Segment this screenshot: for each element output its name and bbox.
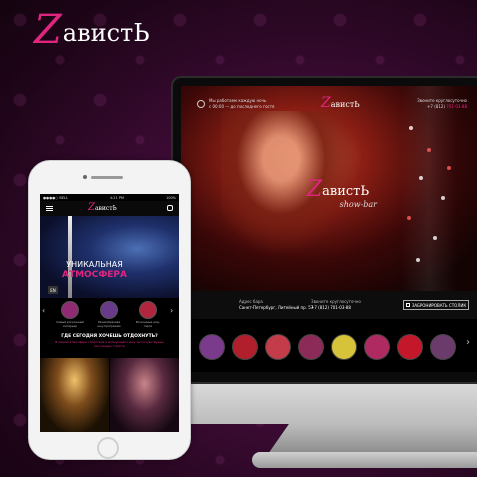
speaker-grill (91, 176, 123, 179)
brand-logo-z: Z (34, 7, 62, 53)
mobile-logo-z: Z (88, 202, 95, 213)
mobile-banner: УНИКАЛЬНАЯ АТМОСФЕРА EN (40, 216, 179, 298)
header-logo-word: авистЬ (330, 100, 360, 109)
monitor-bezel: Мы работаем каждую ночь с 00:00 — до пос… (171, 76, 477, 384)
bokeh-light (407, 216, 411, 220)
header-phone-prefix: +7 (812) (427, 104, 446, 109)
carousel-thumb[interactable] (364, 334, 390, 360)
bokeh-light (433, 236, 437, 240)
mobile-gallery (40, 358, 179, 432)
monitor-stand-base (252, 452, 477, 468)
gallery-photo[interactable] (40, 358, 109, 432)
mobile-logo[interactable]: Z авистЬ (88, 203, 117, 213)
bokeh-light (416, 258, 420, 262)
contact-bar: Адрес бара Санкт-Петербург, Литейный пр.… (181, 291, 477, 319)
features-next-arrow[interactable]: › (170, 306, 173, 315)
book-table-label: ЗАБРОНИРОВАТЬ СТОЛИК (411, 302, 467, 308)
bokeh-light (419, 176, 423, 180)
hero-logo-z: Z (306, 177, 323, 202)
address-value: Санкт-Петербург, Литейный пр. 57 (239, 305, 314, 310)
desktop-monitor: Мы работаем каждую ночь с 00:00 — до пос… (171, 76, 477, 424)
site-topbar: Мы работаем каждую ночь с 00:00 — до пос… (181, 96, 477, 116)
header-logo[interactable]: Z авистЬ (321, 96, 360, 110)
feature-label: Разнообразная шоу-программа (97, 320, 121, 328)
mobile-nav: Z авистЬ (40, 201, 179, 216)
mobile-phone: ●●●●○ BELL 4:21 PM 100% Z авистЬ УНИКАЛЬ… (28, 160, 191, 460)
brand-logo: Z авистЬ (34, 10, 150, 50)
bokeh-light (427, 148, 431, 152)
features-row: ‹ Самый роскошный интерьер Разнообразная… (40, 298, 179, 332)
feature-image[interactable] (61, 301, 79, 319)
carrier-label: ●●●●○ BELL (43, 195, 68, 200)
status-time: 4:21 PM (109, 195, 124, 200)
header-phone-number: 701-03-88 (446, 104, 467, 109)
battery-label: 100% (165, 195, 176, 200)
hamburger-icon[interactable] (46, 206, 53, 211)
gallery-photo[interactable] (110, 358, 179, 432)
desktop-site-screen: Мы работаем каждую ночь с 00:00 — до пос… (181, 86, 477, 372)
banner-line2: АТМОСФЕРА (62, 270, 127, 280)
phone-value: +7 (812) 701-03-88 (311, 305, 351, 310)
bokeh-light (409, 126, 413, 130)
feature-image[interactable] (100, 301, 118, 319)
phone-icon[interactable] (167, 205, 173, 211)
monitor-chin (171, 384, 477, 424)
hero-logo: Z авистЬ show-bar (293, 177, 383, 210)
header-logo-z: Z (321, 95, 331, 111)
question-title: ГДЕ СЕГОДНЯ ХОЧЕШЬ ОТДОХНУТЬ? (61, 334, 158, 339)
question-desc: В нашей атмосфере стриптиза и волнующего… (55, 340, 164, 348)
carousel-thumb[interactable] (298, 334, 324, 360)
banner-line1: УНИКАЛЬНАЯ (66, 260, 123, 269)
banner-text: УНИКАЛЬНАЯ АТМОСФЕРА (62, 260, 127, 280)
camera-icon (83, 175, 87, 179)
hero-banner: Мы работаем каждую ночь с 00:00 — до пос… (181, 86, 477, 291)
carousel-thumb[interactable] (397, 334, 423, 360)
feature-label: Самый роскошный интерьер (56, 320, 84, 328)
header-phone[interactable]: Звоните круглосуточно +7 (812) 701-03-88 (417, 98, 467, 110)
home-button[interactable] (97, 437, 119, 459)
question-section: ГДЕ СЕГОДНЯ ХОЧЕШЬ ОТДОХНУТЬ? В нашей ат… (40, 332, 179, 358)
mobile-logo-word: авистЬ (94, 205, 117, 212)
language-switch[interactable]: EN (48, 286, 58, 294)
brand-logo-word: авистЬ (62, 19, 150, 47)
book-table-button[interactable]: ЗАБРОНИРОВАТЬ СТОЛИК (403, 300, 469, 310)
status-bar: ●●●●○ BELL 4:21 PM 100% (40, 194, 179, 201)
hero-logo-word: авистЬ (322, 184, 370, 199)
carousel-thumb[interactable] (199, 334, 225, 360)
hours-line: с 00:00 — до последнего гостя (209, 104, 275, 109)
pole-light (401, 86, 457, 291)
mobile-site-screen: ●●●●○ BELL 4:21 PM 100% Z авистЬ УНИКАЛЬ… (40, 194, 179, 432)
carousel-next-arrow[interactable]: › (466, 337, 470, 348)
pole-image (68, 216, 72, 298)
photo-carousel: ‹ › (181, 319, 477, 372)
feature-image[interactable] (139, 301, 157, 319)
address-block: Адрес бара Санкт-Петербург, Литейный пр.… (239, 299, 313, 311)
clock-icon (197, 100, 205, 108)
bokeh-light (441, 196, 445, 200)
carousel-thumb[interactable] (265, 334, 291, 360)
monitor-stand (268, 424, 477, 454)
carousel-thumb[interactable] (430, 334, 456, 360)
table-icon (405, 303, 410, 307)
carousel-thumb[interactable] (331, 334, 357, 360)
working-hours: Мы работаем каждую ночь с 00:00 — до пос… (209, 98, 274, 110)
carousel-thumb[interactable] (232, 334, 258, 360)
feature-label: Роскошные шоу-герлз (135, 320, 161, 328)
bokeh-light (447, 166, 451, 170)
phone-block[interactable]: Звоните круглосуточно +7 (812) 701-03-88 (311, 299, 361, 311)
features-prev-arrow[interactable]: ‹ (42, 306, 45, 315)
